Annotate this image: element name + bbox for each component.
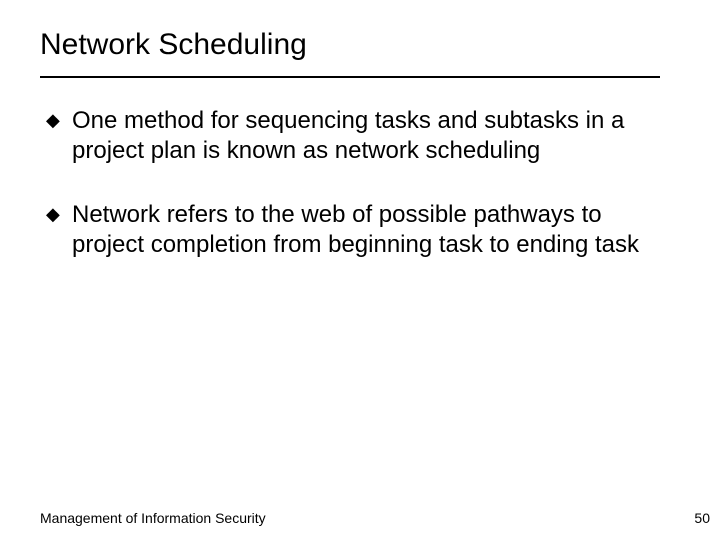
bullet-list: ◆ One method for sequencing tasks and su… — [40, 106, 680, 260]
bullet-text: Network refers to the web of possible pa… — [72, 201, 639, 258]
footer: Management of Information Security 50 — [40, 510, 710, 526]
title-rule — [40, 76, 660, 78]
slide: Network Scheduling ◆ One method for sequ… — [0, 0, 720, 540]
page-number: 50 — [694, 510, 710, 526]
list-item: ◆ One method for sequencing tasks and su… — [46, 106, 666, 166]
bullet-text: One method for sequencing tasks and subt… — [72, 107, 624, 164]
diamond-icon: ◆ — [46, 111, 60, 129]
diamond-icon: ◆ — [46, 205, 60, 223]
slide-title: Network Scheduling — [40, 28, 680, 62]
list-item: ◆ Network refers to the web of possible … — [46, 200, 666, 260]
footer-text: Management of Information Security — [40, 510, 266, 526]
